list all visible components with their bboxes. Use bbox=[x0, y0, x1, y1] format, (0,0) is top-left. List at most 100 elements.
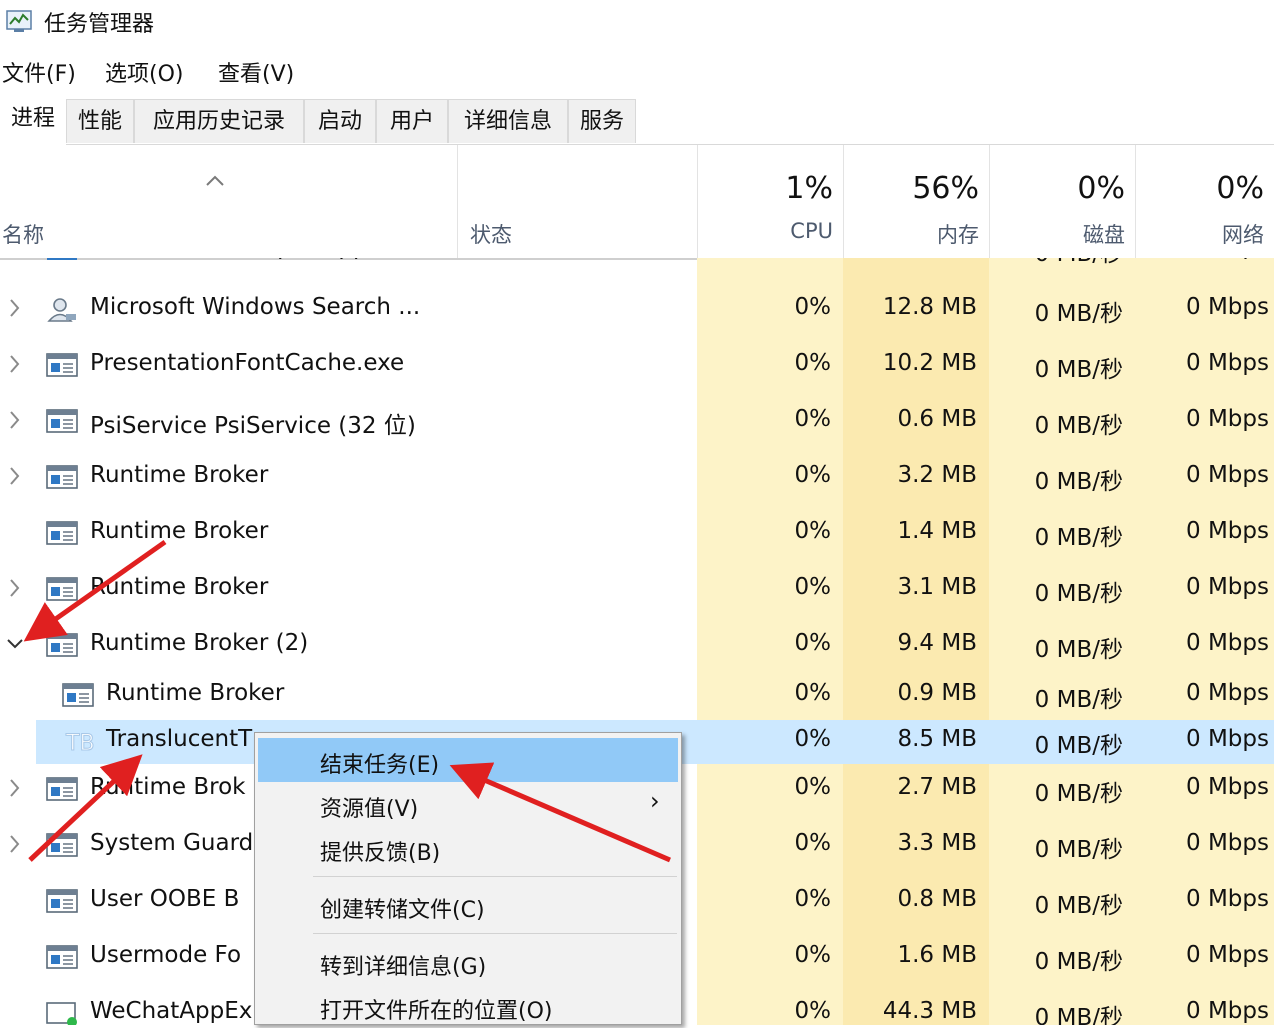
process-mem-value: 2.7 MB bbox=[897, 774, 977, 800]
column-status-header[interactable]: 状态 bbox=[457, 145, 697, 258]
process-cpu-value: 0% bbox=[794, 574, 832, 600]
process-disk-value: 0 MB/秒 bbox=[1035, 258, 1123, 268]
tab-app-history[interactable]: 应用历史记录 bbox=[134, 99, 304, 143]
process-row[interactable]: Runtime Broker 0% 0.9 MB 0 MB/秒 0 Mbps bbox=[0, 670, 1274, 722]
menu-separator bbox=[313, 933, 677, 934]
process-name: Runtime Brok bbox=[90, 774, 246, 800]
process-row[interactable]: Runtime Broker 0% 3.2 MB 0 MB/秒 0 Mbps bbox=[0, 452, 1274, 504]
process-name: Runtime Broker bbox=[106, 680, 285, 706]
context-menu: 结束任务(E) 资源值(V) › 提供反馈(B) 创建转储文件(C) 转到详细信息… bbox=[254, 732, 682, 1025]
title-bar: 任务管理器 bbox=[0, 0, 1274, 40]
chevron-right-icon[interactable] bbox=[6, 832, 24, 856]
column-network-header[interactable]: 0% 网络 bbox=[1135, 145, 1274, 258]
process-cpu-value: 0% bbox=[794, 680, 832, 706]
process-name: PresentationFontCache.exe bbox=[90, 350, 405, 376]
process-disk-value: 0 MB/秒 bbox=[1034, 413, 1123, 439]
chevron-right-icon[interactable] bbox=[6, 776, 24, 800]
process-cpu-value: 0% bbox=[795, 258, 832, 260]
chevron-right-icon[interactable] bbox=[6, 576, 24, 600]
process-name: Usermode Fo bbox=[90, 942, 242, 968]
window-app-icon bbox=[46, 521, 78, 545]
blue-app-icon bbox=[47, 258, 77, 260]
chevron-right-icon[interactable] bbox=[6, 352, 24, 376]
tab-details[interactable]: 详细信息 bbox=[448, 99, 568, 143]
window-app-icon bbox=[46, 633, 78, 657]
menu-go-to-details[interactable]: 转到详细信息(G) bbox=[258, 940, 678, 984]
process-net-value: 0 Mbps bbox=[1186, 518, 1269, 544]
chevron-right-icon[interactable] bbox=[6, 408, 24, 432]
column-memory-header[interactable]: 56% 内存 bbox=[843, 145, 989, 258]
process-cpu-value: 0% bbox=[794, 518, 832, 544]
disk-label: 磁盘 bbox=[1083, 223, 1125, 247]
process-row[interactable]: PsiService PsiService (32 位) 0% 0.6 MB 0 MB… bbox=[0, 396, 1274, 448]
menu-create-dump[interactable]: 创建转储文件(C) bbox=[258, 883, 678, 927]
window-app-icon bbox=[46, 409, 78, 433]
process-disk-value: 0 MB/秒 bbox=[1034, 733, 1123, 759]
menu-end-task[interactable]: 结束任务(E) bbox=[258, 738, 678, 782]
process-net-value: 0 Mbps bbox=[1186, 406, 1269, 432]
process-row[interactable]: Runtime Broker (2) 0% 9.4 MB 0 MB/秒 0 Mbps bbox=[0, 620, 1274, 672]
search-user-icon bbox=[47, 298, 76, 322]
sort-up-icon bbox=[206, 175, 224, 186]
menu-options[interactable]: 选项(O) bbox=[105, 56, 183, 88]
menu-feedback[interactable]: 提供反馈(B) bbox=[258, 826, 678, 870]
process-net-value: 0 Mbps bbox=[1186, 830, 1269, 856]
process-row[interactable]: PresentationFontCache.exe 0% 10.2 MB 0 MB/秒… bbox=[0, 340, 1274, 392]
process-disk-value: 0 MB/秒 bbox=[1034, 469, 1123, 495]
tab-processes[interactable]: 进程 bbox=[0, 96, 66, 145]
process-name: PsiService PsiService (32 位) bbox=[90, 413, 416, 439]
process-net-value: 0 Mbps bbox=[1186, 630, 1269, 656]
menu-go-to-details-label: 转到详细信息(G) bbox=[320, 955, 487, 980]
menu-end-task-label: 结束任务(E) bbox=[320, 753, 440, 778]
tab-performance[interactable]: 性能 bbox=[66, 99, 134, 143]
column-header: 名称 状态 1% CPU 56% 内存 0% 磁盘 0% 网络 bbox=[0, 145, 1274, 260]
menu-file[interactable]: 文件(F) bbox=[2, 56, 76, 88]
column-name-header[interactable]: 名称 bbox=[0, 145, 457, 258]
window-app-icon bbox=[46, 777, 78, 801]
menu-resource-values[interactable]: 资源值(V) › bbox=[258, 782, 678, 826]
chevron-right-icon[interactable] bbox=[6, 296, 24, 320]
column-cpu-header[interactable]: 1% CPU bbox=[697, 145, 843, 258]
process-net-value: 0 Mbps bbox=[1186, 258, 1269, 260]
process-row[interactable]: Runtime Broker 0% 3.1 MB 0 MB/秒 0 Mbps bbox=[0, 564, 1274, 616]
process-net-value: 0 Mbps bbox=[1186, 574, 1269, 600]
column-status-label: 状态 bbox=[470, 223, 512, 247]
chevron-right-icon[interactable] bbox=[6, 258, 24, 260]
tab-services[interactable]: 服务 bbox=[568, 99, 636, 143]
translucent-tb-icon: TB bbox=[65, 731, 95, 755]
process-name: Runtime Broker bbox=[90, 518, 269, 544]
column-name-label: 名称 bbox=[2, 223, 44, 247]
memory-label: 内存 bbox=[937, 223, 979, 247]
process-mem-value: 10.2 MB bbox=[882, 350, 977, 376]
process-disk-value: 0 MB/秒 bbox=[1034, 893, 1123, 919]
tab-startup[interactable]: 启动 bbox=[304, 99, 376, 143]
process-mem-value: 9.4 MB bbox=[897, 630, 977, 656]
process-cpu-value: 0% bbox=[794, 830, 832, 856]
process-mem-value: 3.2 MB bbox=[897, 462, 977, 488]
process-name: Microsoft Text Input Applicati... bbox=[90, 258, 444, 260]
process-disk-value: 0 MB/秒 bbox=[1034, 781, 1123, 807]
chevron-right-icon[interactable] bbox=[6, 464, 24, 488]
process-cpu-value: 0% bbox=[794, 630, 832, 656]
memory-percent: 56% bbox=[912, 171, 979, 206]
column-disk-header[interactable]: 0% 磁盘 bbox=[989, 145, 1135, 258]
process-cpu-value: 0% bbox=[794, 406, 832, 432]
window-app-icon bbox=[46, 889, 78, 913]
window-app-icon bbox=[46, 833, 78, 857]
process-row[interactable]: Microsoft Text Input Applicati... 0% 1.1 M… bbox=[0, 258, 1274, 276]
process-name: Runtime Broker bbox=[90, 574, 269, 600]
menu-view[interactable]: 查看(V) bbox=[218, 56, 294, 88]
svg-text:TB: TB bbox=[65, 731, 94, 754]
tab-users[interactable]: 用户 bbox=[376, 99, 448, 143]
process-disk-value: 0 MB/秒 bbox=[1034, 837, 1123, 863]
process-row[interactable]: Runtime Broker 0% 1.4 MB 0 MB/秒 0 Mbps bbox=[0, 508, 1274, 560]
process-cpu-value: 0% bbox=[794, 774, 832, 800]
cpu-percent: 1% bbox=[785, 171, 833, 206]
process-disk-value: 0 MB/秒 bbox=[1034, 1005, 1123, 1025]
chevron-down-icon[interactable] bbox=[6, 632, 24, 656]
process-row[interactable]: Microsoft Windows Search ... 0% 12.8 MB 0 M… bbox=[0, 284, 1274, 336]
menu-open-file-location[interactable]: 打开文件所在的位置(O) bbox=[258, 984, 678, 1028]
process-mem-value: 1.4 MB bbox=[897, 518, 977, 544]
process-name: Microsoft Windows Search ... bbox=[90, 294, 421, 320]
process-cpu-value: 0% bbox=[794, 350, 832, 376]
